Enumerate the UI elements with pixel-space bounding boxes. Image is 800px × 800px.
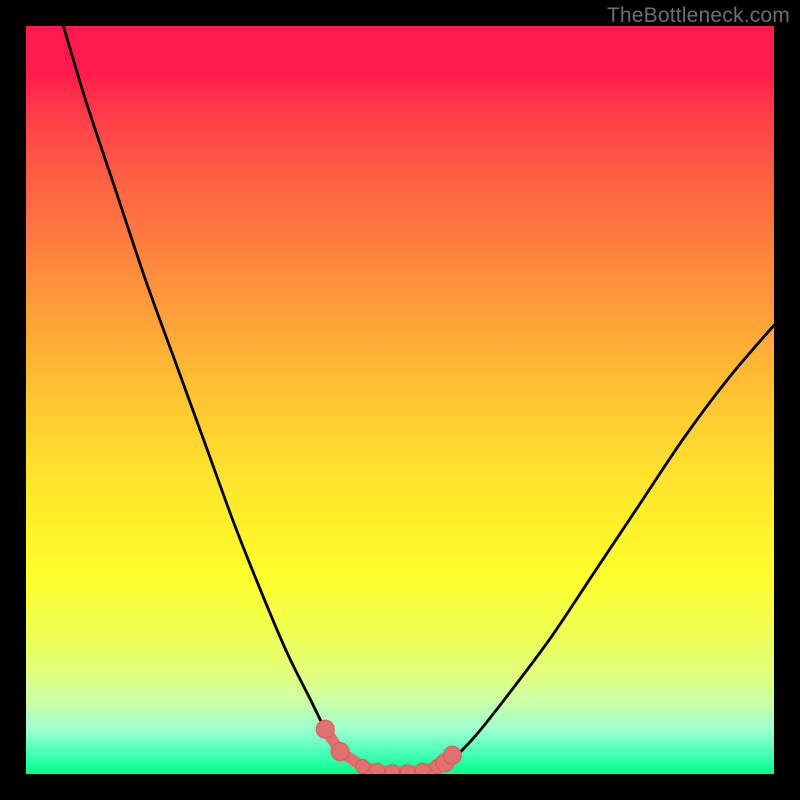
watermark-text: TheBottleneck.com	[607, 4, 790, 28]
curve-right-curve	[437, 325, 774, 766]
marker-group	[316, 720, 461, 774]
marker-bead	[331, 743, 349, 761]
chart-svg	[26, 26, 774, 774]
marker-bead	[356, 760, 370, 774]
marker-bead	[415, 763, 429, 774]
marker-bead	[371, 763, 385, 774]
curve-left-curve	[63, 26, 362, 767]
plot-area	[26, 26, 774, 774]
chart-frame: TheBottleneck.com	[0, 0, 800, 800]
marker-bead	[386, 765, 400, 774]
curve-group	[63, 26, 774, 772]
marker-bead	[316, 720, 334, 738]
marker-bead	[400, 765, 414, 774]
marker-bead	[443, 746, 461, 764]
